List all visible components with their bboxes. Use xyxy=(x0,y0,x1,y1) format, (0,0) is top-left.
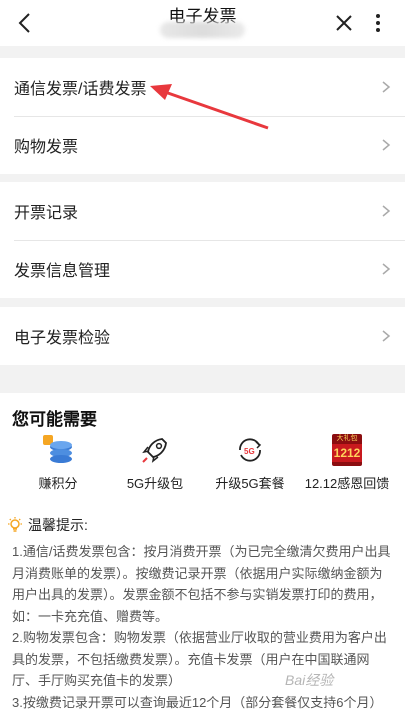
invoice-type-group: 通信发票/话费发票 购物发票 xyxy=(0,58,405,174)
lightbulb-icon xyxy=(8,517,22,532)
chevron-right-icon xyxy=(382,81,391,93)
close-button[interactable] xyxy=(332,10,356,36)
menu-item-label: 电子发票检验 xyxy=(14,330,111,347)
invoice-manage-group: 开票记录 发票信息管理 xyxy=(0,182,405,298)
tips-title: 温馨提示: xyxy=(28,517,88,533)
menu-item-telecom-invoice[interactable]: 通信发票/话费发票 xyxy=(0,58,405,116)
menu-item-label: 发票信息管理 xyxy=(14,263,111,280)
tip-line: 1.通信/话费发票包含：按月消费开票（为已完全缴清欠费用户出具月消费账单的发票）… xyxy=(12,544,391,624)
menu-item-label: 开票记录 xyxy=(14,205,79,222)
quick-1212-gift[interactable]: 大礼包 1212 12.12感恩回馈 xyxy=(297,433,397,493)
coins-icon xyxy=(41,433,75,467)
gift-badge-number: 1212 xyxy=(332,444,362,462)
tip-line: 2.购物发票包含：购物发票（依据营业厅收取的营业费用为客户出具的发票，不包括缴费… xyxy=(12,630,387,688)
chevron-right-icon xyxy=(382,330,391,342)
tips-body: 1.通信/话费发票包含：按月消费开票（为已完全缴清欠费用户出具月消费账单的发票）… xyxy=(12,541,394,713)
quick-upgrade-5g[interactable]: 5G 升级5G套餐 xyxy=(200,433,300,493)
menu-item-label: 通信发票/话费发票 xyxy=(14,81,147,98)
menu-item-label: 购物发票 xyxy=(14,139,79,156)
svg-text:5G: 5G xyxy=(244,447,255,456)
tip-line: 3.按缴费记录开票可以查询最近12个月（部分套餐仅支持6个月） xyxy=(12,694,383,710)
invoice-check-group: 电子发票检验 xyxy=(0,307,405,365)
quick-label: 升级5G套餐 xyxy=(215,476,285,491)
menu-item-invoice-info[interactable]: 发票信息管理 xyxy=(0,240,405,298)
top-bar: 电子发票 xyxy=(0,0,405,46)
quick-earn-points[interactable]: 赚积分 xyxy=(8,433,108,493)
gift-1212-icon: 大礼包 1212 xyxy=(330,433,364,467)
5g-refresh-icon: 5G xyxy=(233,433,267,467)
chevron-right-icon xyxy=(382,139,391,151)
rocket-icon xyxy=(138,433,172,467)
close-icon xyxy=(336,15,352,31)
menu-item-invoice-check[interactable]: 电子发票检验 xyxy=(0,307,405,365)
menu-item-shopping-invoice[interactable]: 购物发票 xyxy=(0,116,405,174)
quick-label: 5G升级包 xyxy=(126,476,184,491)
chevron-right-icon xyxy=(382,263,391,275)
gift-badge-top: 大礼包 xyxy=(336,435,358,442)
tips-header: 温馨提示: xyxy=(6,515,88,535)
menu-item-invoice-records[interactable]: 开票记录 xyxy=(0,182,405,240)
chevron-right-icon xyxy=(382,205,391,217)
quick-label: 赚积分 xyxy=(38,476,78,491)
blurred-subtitle xyxy=(160,22,245,38)
more-menu-button[interactable] xyxy=(368,10,388,36)
recommend-section: 您可能需要 赚积分 5G升级包 5G 升级5G套餐 大礼包 1212 12.12… xyxy=(0,393,405,720)
section-title: 您可能需要 xyxy=(12,410,97,429)
quick-5g-pack[interactable]: 5G升级包 xyxy=(105,433,205,493)
watermark: Bai经验 xyxy=(285,672,334,688)
quick-label: 12.12感恩回馈 xyxy=(304,476,390,491)
